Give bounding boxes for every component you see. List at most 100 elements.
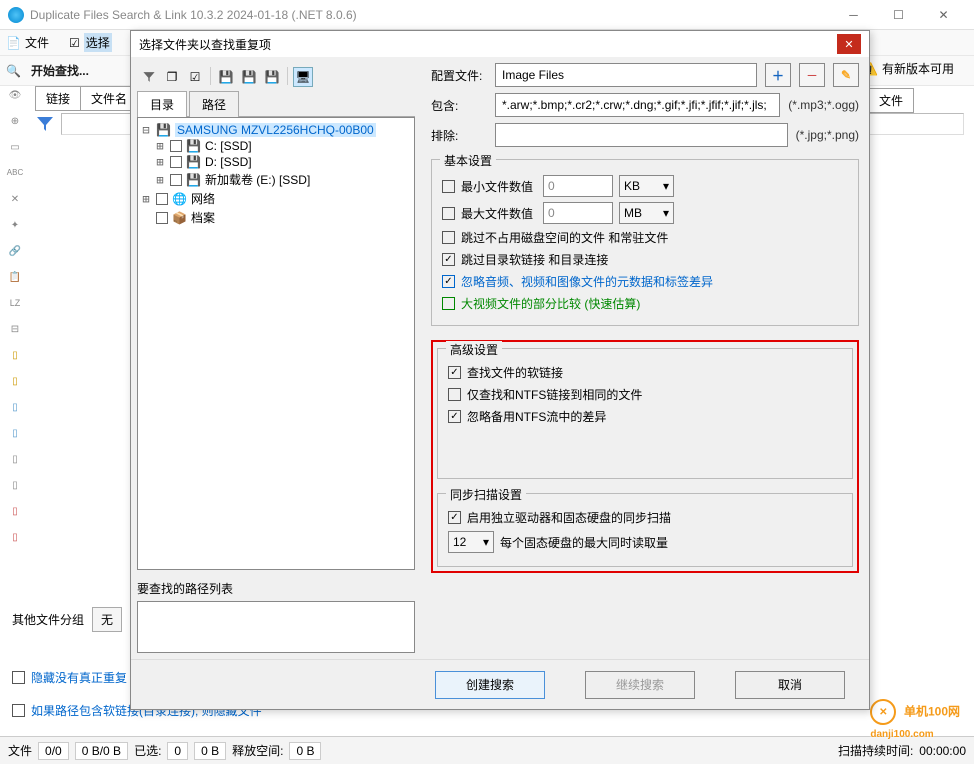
minimize-button[interactable]: ─ [831,0,876,30]
left-icon-strip: 👁 ⊕ ▭ ABC ✕ ✦ 🔗 📋 LZ ⊟ ▯ ▯ ▯ ▯ ▯ ▯ ▯ ▯ [0,86,30,554]
sb-s1: 0 [167,742,188,760]
sb-f1: 0 B [289,742,321,760]
advanced-legend: 高级设置 [446,341,502,358]
tab-directory[interactable]: 目录 [137,91,187,117]
skipsym-checkbox[interactable] [442,253,455,266]
minsize-checkbox[interactable] [442,180,455,193]
drive1-icon[interactable]: 💾 [216,67,236,87]
view-icon[interactable]: 👁 [5,90,25,108]
copy-icon[interactable]: ❐ [162,67,182,87]
tree-e-checkbox[interactable] [170,174,182,186]
wand-icon[interactable]: ✦ [5,220,25,238]
dialog-titlebar: 选择文件夹以查找重复项 ✕ [131,31,869,57]
tool-icon-8[interactable]: ▯ [5,454,25,472]
link-icon[interactable]: 🔗 [5,246,25,264]
select-menu[interactable]: 选择 [84,33,112,52]
skipsym-label: 跳过目录软链接 和目录连接 [461,251,608,268]
folder-tree[interactable]: ⊟💾SAMSUNG MZVL2256HCHQ-00B00 ⊞💾C: [SSD] … [137,117,415,570]
tree-d-checkbox[interactable] [170,156,182,168]
checkall-icon[interactable]: ☑ [185,67,205,87]
ignorentfs-checkbox[interactable] [448,410,461,423]
config-combo[interactable]: Image Files [495,63,757,87]
tree-c[interactable]: C: [SSD] [205,139,252,153]
tree-d[interactable]: D: [SSD] [205,155,252,169]
remove-config-button[interactable]: ─ [799,63,825,87]
minsize-unit[interactable]: KB▾ [619,175,674,197]
watermark: ✕ 单机100网 danji100.com [870,699,960,740]
main-tabs: 链接 文件名 [35,86,137,111]
file-menu-icon: 📄 [6,36,21,50]
drive3-icon[interactable]: 💾 [262,67,282,87]
tree-archive-checkbox[interactable] [156,212,168,224]
onlyntfs-checkbox[interactable] [448,388,461,401]
edit-config-button[interactable]: ✎ [833,63,859,87]
tree-archive[interactable]: 档案 [191,209,215,226]
window-title: Duplicate Files Search & Link 10.3.2 202… [30,8,831,22]
dialog-toolbar: ❐ ☑ 💾 💾 💾 🖥 [137,63,415,91]
skipzero-label: 跳过不占用磁盘空间的文件 和常驻文件 [461,229,668,246]
create-search-button[interactable]: 创建搜索 [435,671,545,699]
tab-link[interactable]: 链接 [35,86,81,111]
maxsize-unit[interactable]: MB▾ [619,202,674,224]
sb-count1: 0/0 [38,742,69,760]
concurrent-select[interactable]: 12▾ [448,531,494,553]
path-list-box[interactable] [137,601,415,653]
tree-e[interactable]: 新加载卷 (E:) [SSD] [205,171,310,188]
maximize-button[interactable]: ☐ [876,0,921,30]
sb-scantime-label: 扫描持续时间: [838,742,913,759]
tool-icon-1[interactable]: ⊕ [5,116,25,134]
tool-icon-5[interactable]: ▯ [5,376,25,394]
partial-checkbox[interactable] [442,297,455,310]
funnel-icon[interactable] [35,114,55,134]
findsoft-checkbox[interactable] [448,366,461,379]
sb-free-label: 释放空间: [232,742,283,759]
tree-root[interactable]: SAMSUNG MZVL2256HCHQ-00B00 [175,123,376,137]
tree-network[interactable]: 网络 [191,190,215,207]
other-file-group: 其他文件分组 无 [12,607,122,632]
gear-icon[interactable]: ✕ [5,194,25,212]
syncenable-checkbox[interactable] [448,511,461,524]
exclude-input[interactable] [495,123,788,147]
sb-count2: 0 B/0 B [75,742,128,760]
note-icon[interactable]: 📋 [5,272,25,290]
tool-icon-3[interactable]: ⊟ [5,324,25,342]
tab-path[interactable]: 路径 [189,91,239,117]
search-icon: 🔍 [6,64,21,78]
drive2-icon[interactable]: 💾 [239,67,259,87]
other-group-none-button[interactable]: 无 [92,607,122,632]
other-group-label: 其他文件分组 [12,611,84,628]
skipzero-checkbox[interactable] [442,231,455,244]
maxsize-input[interactable] [543,202,613,224]
softpath-checkbox[interactable] [12,704,25,717]
tool-icon-2[interactable]: ▭ [5,142,25,160]
maxsize-checkbox[interactable] [442,207,455,220]
cancel-button[interactable]: 取消 [735,671,845,699]
path-list-label: 要查找的路径列表 [137,580,415,597]
tool-icon-11[interactable]: ▯ [5,532,25,550]
start-search-button[interactable]: 开始查找... [27,60,93,81]
include-input[interactable]: *.arw;*.bmp;*.cr2;*.crw;*.dng;*.gif;*.jf… [495,93,780,117]
file-menu[interactable]: 文件 [25,34,49,51]
exclude-label: 排除: [431,127,487,144]
ignoremeta-checkbox[interactable] [442,275,455,288]
new-version-notice[interactable]: ⚠️ 有新版本可用 [863,60,954,77]
hide-nodup-checkbox[interactable] [12,671,25,684]
tool-icon-9[interactable]: ▯ [5,480,25,498]
continue-search-button[interactable]: 继续搜索 [585,671,695,699]
ignoremeta-label: 忽略音频、视频和图像文件的元数据和标签差异 [461,273,713,290]
tool-icon-6[interactable]: ▯ [5,402,25,420]
minsize-input[interactable] [543,175,613,197]
monitor-icon[interactable]: 🖥 [293,67,313,87]
tool-icon-10[interactable]: ▯ [5,506,25,524]
add-config-button[interactable]: ＋ [765,63,791,87]
dialog-close-button[interactable]: ✕ [837,34,861,54]
funnel-tool-icon[interactable] [139,67,159,87]
tree-c-checkbox[interactable] [170,140,182,152]
close-button[interactable]: ✕ [921,0,966,30]
onlyntfs-label: 仅查找和NTFS链接到相同的文件 [467,386,642,403]
tool-icon-4[interactable]: ▯ [5,350,25,368]
tree-network-checkbox[interactable] [156,193,168,205]
abc-icon[interactable]: ABC [5,168,25,186]
tool-icon-7[interactable]: ▯ [5,428,25,446]
lz-icon[interactable]: LZ [5,298,25,316]
